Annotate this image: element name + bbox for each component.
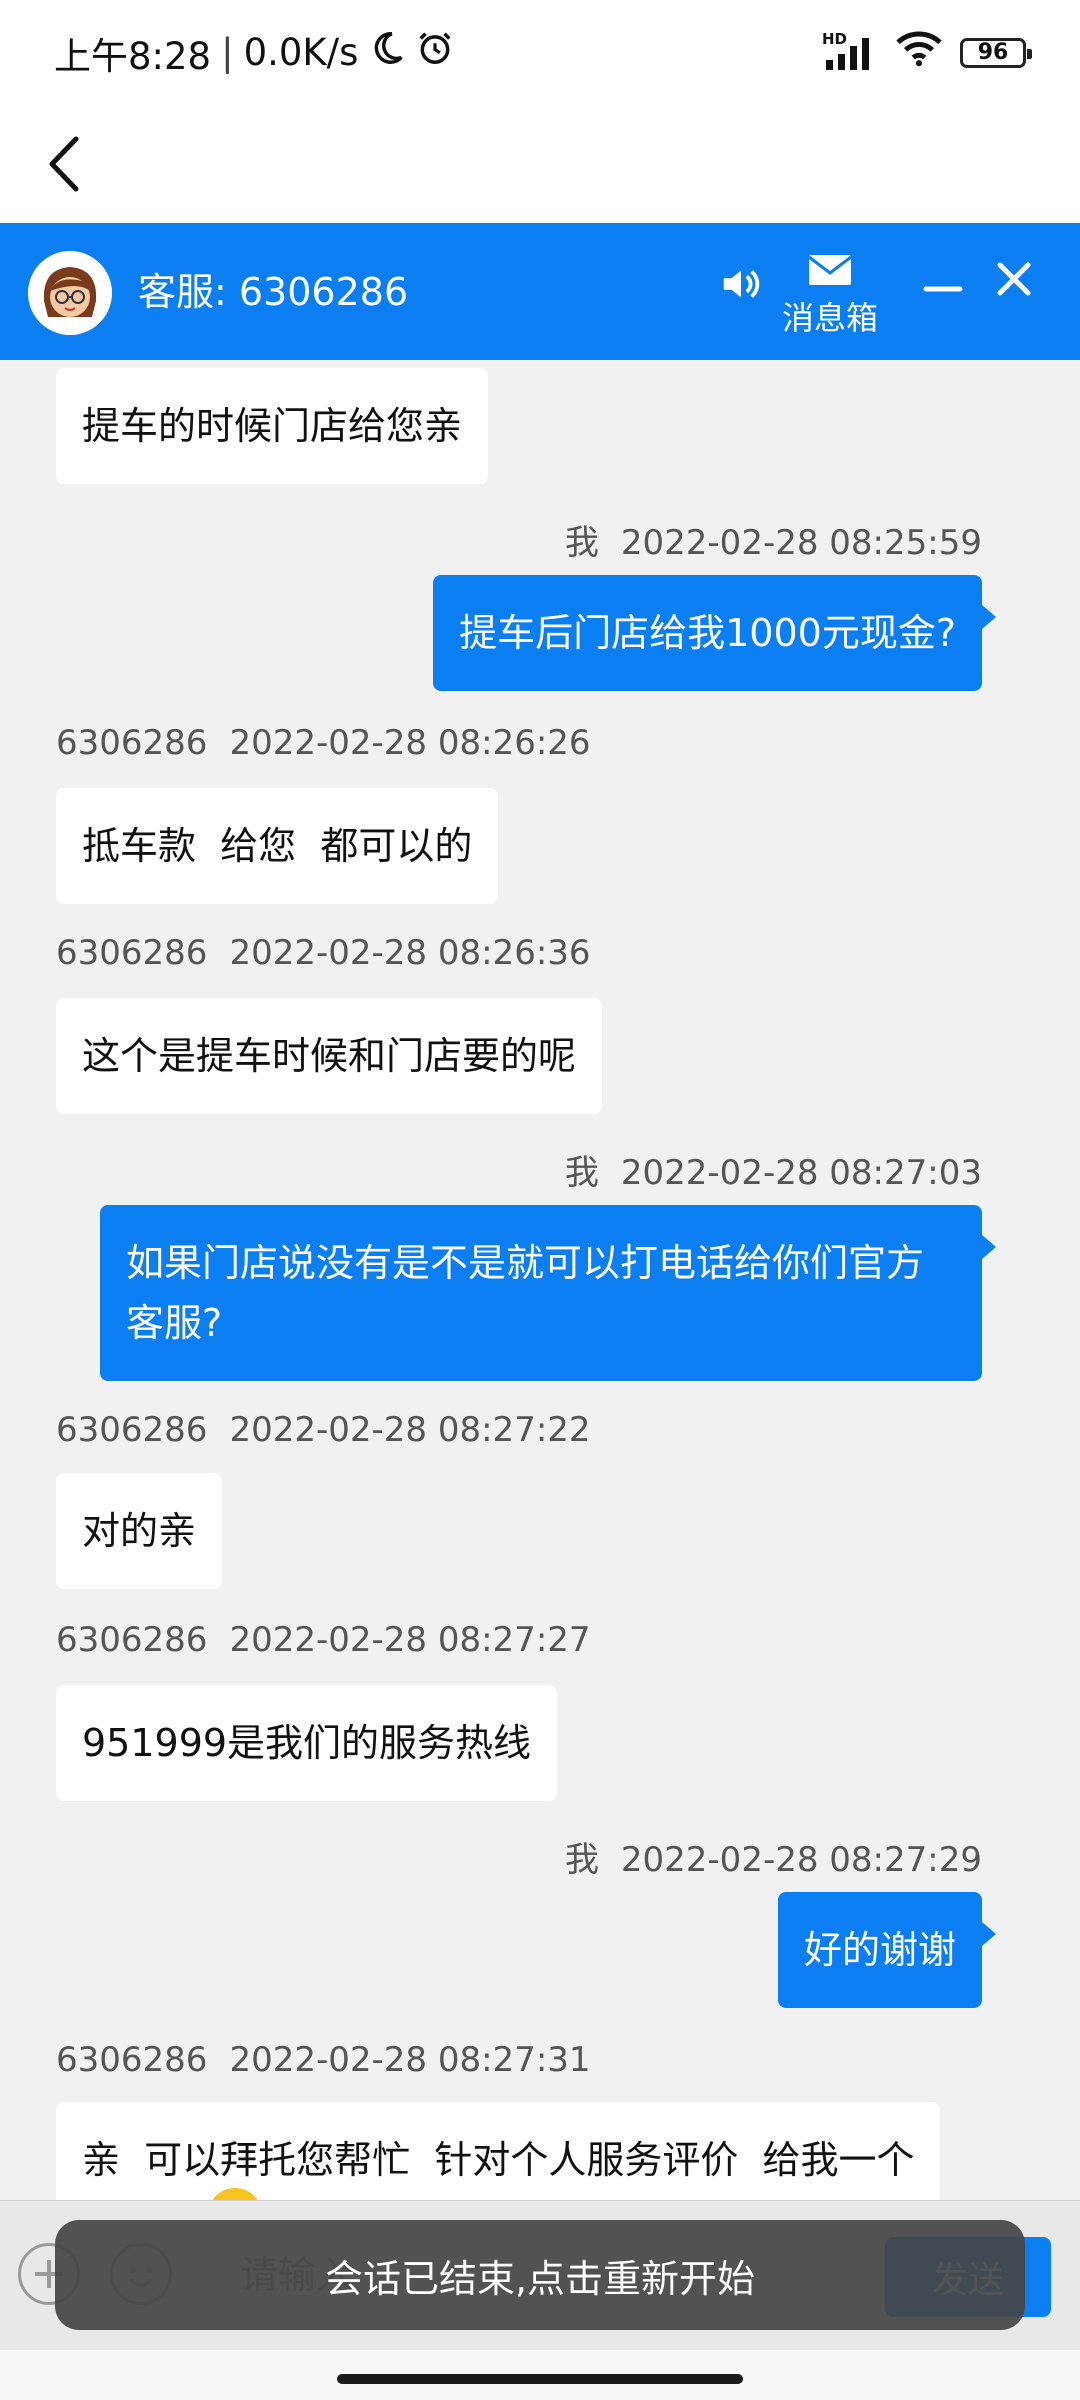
battery-level: 96 — [977, 40, 1009, 65]
message-time: 2022-02-28 08:27:22 — [229, 1410, 591, 1450]
message-bubble: 好的谢谢 — [777, 1892, 997, 2008]
toast-text: 会话已结束,点击重新开始 — [324, 2256, 756, 2301]
message-sender: 6306286 — [56, 1410, 208, 1450]
agent-title: 客服: 6306286 — [138, 270, 409, 314]
speaker-icon[interactable] — [718, 261, 764, 307]
message-meta: 我 2022-02-28 08:25:59 — [565, 515, 982, 564]
status-divider: | — [221, 31, 234, 74]
message-sender: 我 — [564, 523, 599, 563]
agent-avatar — [28, 251, 112, 335]
message-bubble: 对的亲 — [56, 1473, 223, 1589]
status-time: 上午8:28 — [54, 34, 212, 78]
status-speed: 0.0K/s — [243, 31, 359, 74]
alarm-icon — [416, 29, 454, 76]
message-time: 2022-02-28 08:25:59 — [620, 523, 982, 563]
session-ended-toast[interactable]: 会话已结束,点击重新开始 — [55, 2220, 1025, 2330]
message-bubble: 这个是提车时候和门店要的呢 — [56, 998, 603, 1114]
message-sender: 6306286 — [56, 1620, 208, 1660]
message-time: 2022-02-28 08:27:29 — [620, 1840, 982, 1880]
message-sender: 6306286 — [56, 723, 208, 763]
back-button[interactable] — [36, 119, 96, 209]
message-bubble: 如果门店说没有是不是就可以打电话给你们官方客服? — [100, 1205, 996, 1381]
minimize-button[interactable] — [922, 269, 964, 309]
message-time: 2022-02-28 08:27:03 — [620, 1153, 982, 1193]
status-bar: 上午8:28 | 0.0K/s HD 96 — [0, 0, 1080, 105]
mailbox-label: 消息箱 — [781, 299, 878, 337]
signal-icon: HD — [822, 30, 878, 72]
mailbox-button[interactable]: 消息箱 — [775, 253, 885, 343]
message-bubble: 提车的时候门店给您亲 — [56, 368, 489, 484]
message-time: 2022-02-28 08:27:27 — [229, 1620, 591, 1660]
chat-list[interactable]: 提车的时候门店给您亲 我 2022-02-28 08:25:59 提车后门店给我1… — [0, 360, 1080, 2200]
message-time: 2022-02-28 08:27:31 — [229, 2040, 591, 2080]
home-indicator[interactable] — [337, 2374, 743, 2384]
message-meta: 6306286 2022-02-28 08:26:36 — [56, 933, 591, 973]
message-sender: 6306286 — [56, 2040, 208, 2080]
message-time: 2022-02-28 08:26:36 — [229, 933, 591, 973]
message-sender: 我 — [564, 1153, 599, 1193]
wifi-icon — [896, 29, 942, 76]
minimize-icon — [923, 286, 963, 292]
message-time: 2022-02-28 08:26:26 — [229, 723, 591, 763]
battery-icon: 96 — [960, 37, 1032, 68]
message-bubble: 亲 可以拜托您帮忙 针对个人服务评价 给我一个 — [56, 2102, 941, 2200]
message-bubble: 提车后门店给我1000元现金? — [433, 575, 996, 691]
mail-icon — [808, 255, 852, 285]
message-sender: 6306286 — [56, 933, 208, 973]
message-meta: 6306286 2022-02-28 08:27:27 — [56, 1620, 591, 1660]
chat-header: 客服: 6306286 消息箱 — [0, 223, 1080, 360]
message-meta: 6306286 2022-02-28 08:27:31 — [56, 2040, 591, 2080]
chevron-left-icon — [49, 136, 79, 192]
message-meta: 6306286 2022-02-28 08:26:26 — [56, 723, 591, 763]
close-button[interactable] — [992, 257, 1036, 301]
message-meta: 6306286 2022-02-28 08:27:22 — [56, 1410, 591, 1450]
message-meta: 我 2022-02-28 08:27:03 — [565, 1145, 982, 1194]
message-meta: 我 2022-02-28 08:27:29 — [565, 1832, 982, 1881]
message-sender: 我 — [564, 1840, 599, 1880]
message-bubble: 951999是我们的服务热线 — [56, 1685, 558, 1801]
message-bubble: 抵车款 给您 都可以的 — [56, 788, 499, 904]
moon-icon — [368, 29, 406, 76]
nav-bar — [0, 105, 1080, 223]
close-icon — [997, 262, 1031, 296]
